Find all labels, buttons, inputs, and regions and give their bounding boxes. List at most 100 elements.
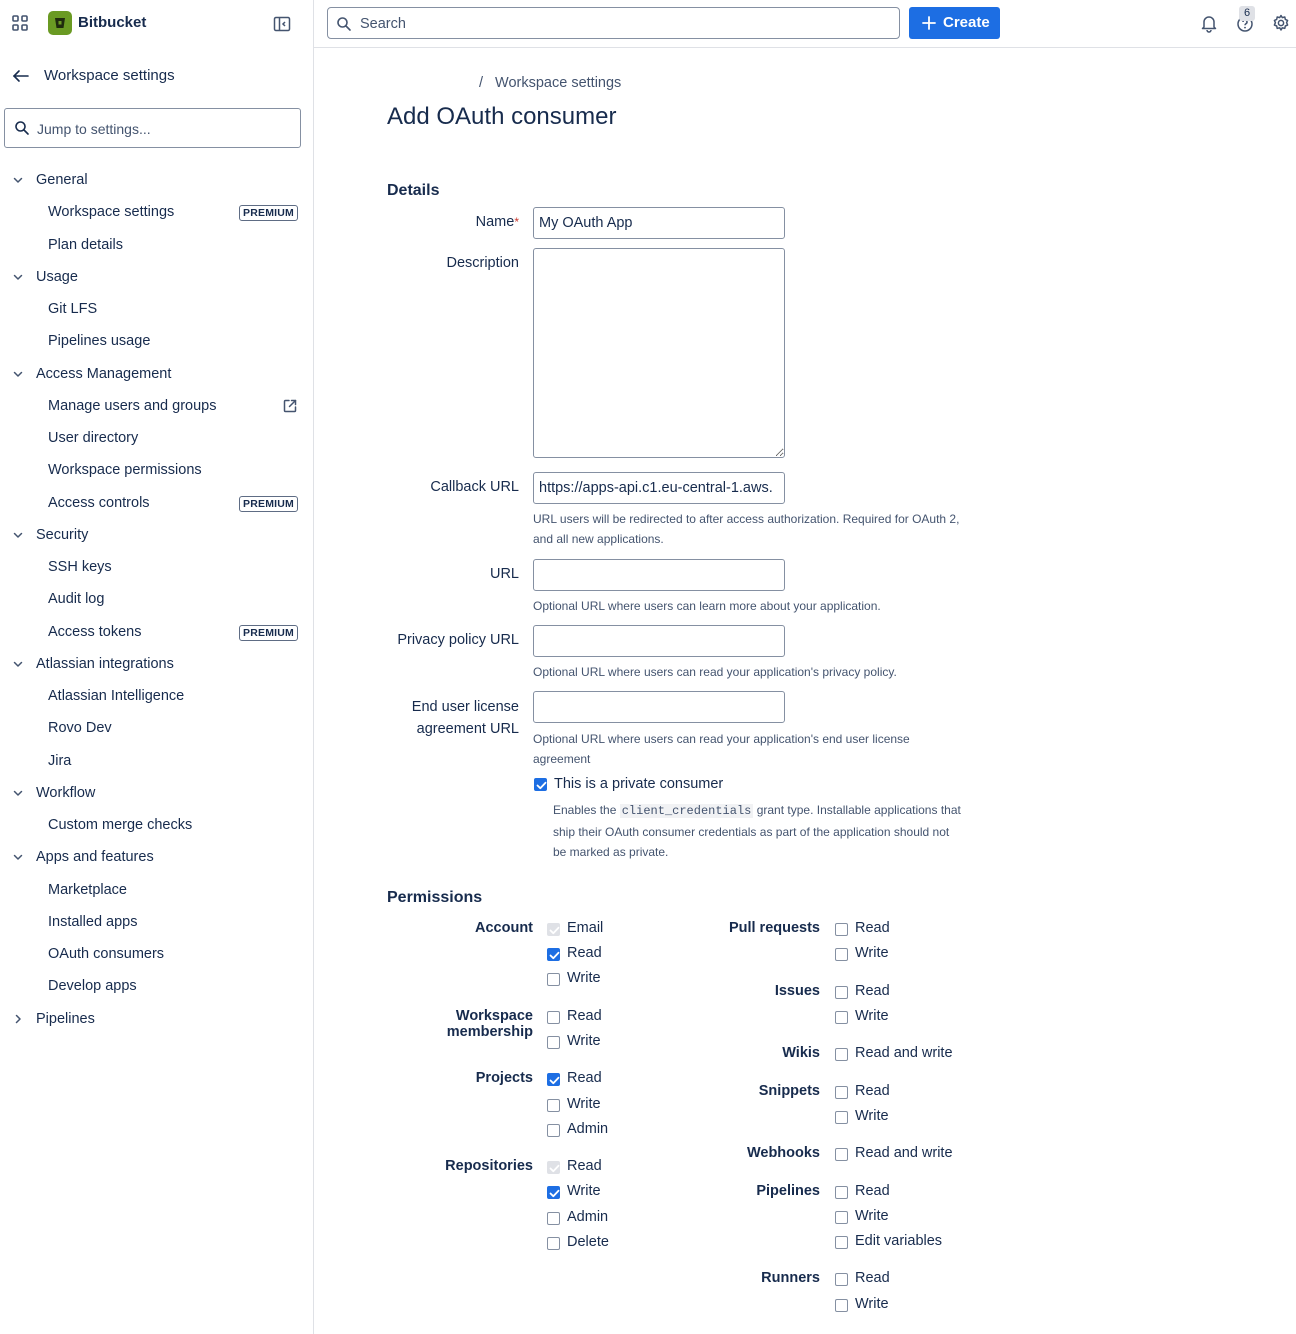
permission-checkbox-pipelines-write[interactable] xyxy=(835,1210,848,1224)
permission-option-label[interactable]: Write xyxy=(567,1096,601,1112)
permission-option-label[interactable]: Read xyxy=(855,1083,890,1099)
app-switcher-icon[interactable] xyxy=(10,13,30,33)
jump-to-settings[interactable] xyxy=(4,108,301,148)
sidebar-item-atlassian-intelligence[interactable]: Atlassian Intelligence xyxy=(0,680,314,712)
permission-option-label[interactable]: Read xyxy=(855,1183,890,1199)
sidebar-section-usage[interactable]: Usage xyxy=(0,261,314,293)
permission-checkbox-pipelines-read[interactable] xyxy=(835,1185,848,1199)
sidebar-item-manage-users-and-groups[interactable]: Manage users and groups xyxy=(0,390,314,422)
permission-option-label[interactable]: Write xyxy=(855,1008,889,1024)
premium-badge: PREMIUM xyxy=(239,624,298,641)
url-field[interactable] xyxy=(533,559,785,591)
permission-checkbox-repositories-admin[interactable] xyxy=(547,1211,560,1225)
bitbucket-logo-icon[interactable] xyxy=(48,11,72,35)
permission-option-label[interactable]: Read xyxy=(855,920,890,936)
permission-option-label[interactable]: Read xyxy=(567,1008,602,1024)
sidebar-item-oauth-consumers[interactable]: OAuth consumers xyxy=(0,938,314,970)
permission-option-label[interactable]: Read and write xyxy=(855,1045,953,1061)
sidebar-item-custom-merge-checks[interactable]: Custom merge checks xyxy=(0,809,314,841)
permission-option-label[interactable]: Admin xyxy=(567,1121,608,1137)
sidebar-section-atlassian-integrations[interactable]: Atlassian integrations xyxy=(0,648,314,680)
jump-to-settings-input[interactable] xyxy=(35,117,289,141)
permission-checkbox-wikis-read-and-write[interactable] xyxy=(835,1048,848,1062)
permission-option-label[interactable]: Write xyxy=(567,1183,601,1199)
permission-option-label[interactable]: Write xyxy=(855,1296,889,1312)
app-name[interactable]: Bitbucket xyxy=(78,14,146,31)
sidebar-section-pipelines[interactable]: Pipelines xyxy=(0,1003,314,1035)
permission-checkbox-pipelines-edit-variables[interactable] xyxy=(835,1236,848,1249)
permission-option-label[interactable]: Write xyxy=(567,1033,601,1049)
private-consumer-checkbox[interactable] xyxy=(534,778,547,791)
permission-checkbox-runners-write[interactable] xyxy=(835,1298,848,1312)
permission-checkbox-snippets-read[interactable] xyxy=(835,1085,848,1099)
sidebar-section-workflow[interactable]: Workflow xyxy=(0,777,314,809)
eula-url-field[interactable] xyxy=(533,691,785,723)
permission-checkbox-repositories-delete[interactable] xyxy=(547,1236,560,1250)
sidebar-item-jira[interactable]: Jira xyxy=(0,745,314,777)
sidebar-item-workspace-permissions[interactable]: Workspace permissions xyxy=(0,454,314,486)
description-field[interactable] xyxy=(533,248,785,458)
sidebar-item-rovo-dev[interactable]: Rovo Dev xyxy=(0,712,314,744)
sidebar-collapse-icon[interactable] xyxy=(272,14,292,34)
permission-option-label[interactable]: Read xyxy=(855,1270,890,1286)
sidebar-item-access-tokens[interactable]: Access tokens PREMIUM xyxy=(0,616,314,648)
permission-checkbox-projects-write[interactable] xyxy=(547,1098,560,1112)
permission-checkbox-account-read[interactable] xyxy=(547,948,560,962)
arrow-left-icon[interactable] xyxy=(10,66,32,86)
permission-checkbox-projects-read[interactable] xyxy=(547,1073,560,1087)
breadcrumb-separator: / xyxy=(479,75,484,91)
permission-checkbox-snippets-write[interactable] xyxy=(835,1110,848,1124)
permission-group-label-line-2: membership xyxy=(446,1023,533,1040)
permission-option-label[interactable]: Read xyxy=(855,983,890,999)
name-field[interactable] xyxy=(533,207,785,239)
sidebar-item-installed-apps[interactable]: Installed apps xyxy=(0,906,314,938)
sidebar-section-general[interactable]: General xyxy=(0,164,314,196)
permission-checkbox-webhooks-read-and-write[interactable] xyxy=(835,1148,848,1162)
permission-checkbox-repositories-write[interactable] xyxy=(547,1186,560,1200)
sidebar-section-access-management[interactable]: Access Management xyxy=(0,358,314,390)
permission-option-label[interactable]: Write xyxy=(855,1208,889,1224)
permission-option-label[interactable]: Read xyxy=(567,1070,602,1086)
create-button[interactable]: Create xyxy=(909,7,1000,39)
sidebar-item-pipelines-usage[interactable]: Pipelines usage xyxy=(0,325,314,357)
sidebar-item-ssh-keys[interactable]: SSH keys xyxy=(0,551,314,583)
private-consumer-label[interactable]: This is a private consumer xyxy=(554,776,723,792)
callback-url-field[interactable] xyxy=(533,472,785,504)
sidebar-item-workspace-settings[interactable]: Workspace settings PREMIUM xyxy=(0,196,314,228)
gear-icon[interactable] xyxy=(1271,13,1291,33)
sidebar-item-access-controls[interactable]: Access controls PREMIUM xyxy=(0,487,314,519)
sidebar-section-apps-and-features[interactable]: Apps and features xyxy=(0,841,314,873)
bell-icon[interactable] xyxy=(1199,13,1219,33)
sidebar-item-git-lfs[interactable]: Git LFS xyxy=(0,293,314,325)
sidebar-item-plan-details[interactable]: Plan details xyxy=(0,229,314,261)
sidebar-item-user-directory[interactable]: User directory xyxy=(0,422,314,454)
search-bar[interactable] xyxy=(327,7,900,39)
permission-checkbox-workspace-membership-read[interactable] xyxy=(547,1010,560,1024)
permission-checkbox-projects-admin[interactable] xyxy=(547,1123,560,1137)
private-desc-line-3: be marked as private. xyxy=(553,845,669,859)
permission-option-label[interactable]: Write xyxy=(567,970,601,986)
permission-option-label[interactable]: Admin xyxy=(567,1209,608,1225)
permission-option-label[interactable]: Delete xyxy=(567,1234,609,1250)
sidebar-section-label: Atlassian integrations xyxy=(36,655,174,672)
permission-checkbox-workspace-membership-write[interactable] xyxy=(547,1036,560,1049)
sidebar-item-marketplace[interactable]: Marketplace xyxy=(0,874,314,906)
sidebar-item-develop-apps[interactable]: Develop apps xyxy=(0,970,314,1002)
permission-checkbox-pull-requests-read[interactable] xyxy=(835,923,848,936)
permission-option-label[interactable]: Edit variables xyxy=(855,1233,942,1249)
permission-option-label[interactable]: Read and write xyxy=(855,1145,953,1161)
search-input[interactable] xyxy=(358,13,882,35)
sidebar-item-audit-log[interactable]: Audit log xyxy=(0,583,314,615)
permission-checkbox-issues-read[interactable] xyxy=(835,985,848,999)
permission-checkbox-account-write[interactable] xyxy=(547,973,560,987)
permission-checkbox-runners-read[interactable] xyxy=(835,1273,848,1287)
permission-option-label[interactable]: Read xyxy=(567,945,602,961)
permission-group-label: Projects xyxy=(475,1070,533,1087)
permission-option-label[interactable]: Write xyxy=(855,1108,889,1124)
permission-checkbox-pull-requests-write[interactable] xyxy=(835,948,848,962)
breadcrumb-workspace-settings[interactable]: Workspace settings xyxy=(495,75,621,91)
sidebar-section-security[interactable]: Security xyxy=(0,519,314,551)
permission-checkbox-issues-write[interactable] xyxy=(835,1010,848,1024)
privacy-policy-url-field[interactable] xyxy=(533,625,785,657)
permission-option-label[interactable]: Write xyxy=(855,945,889,961)
